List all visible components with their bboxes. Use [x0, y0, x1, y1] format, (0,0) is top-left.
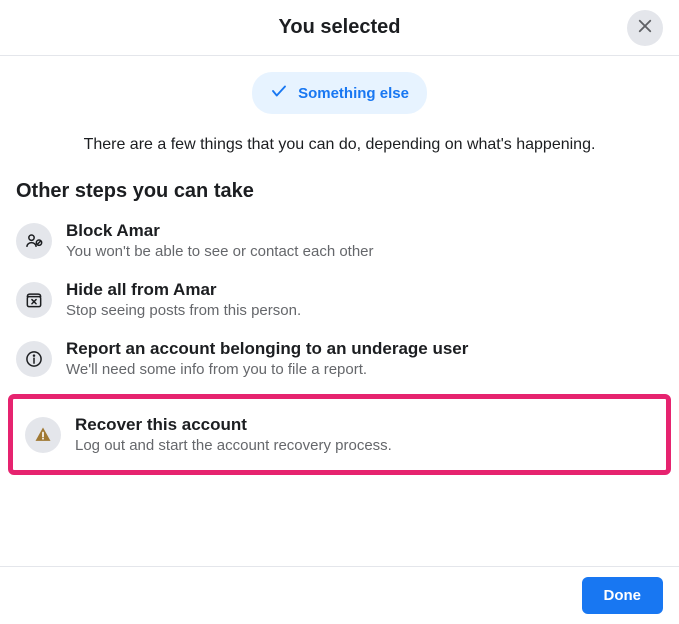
- check-icon: [270, 82, 288, 104]
- dialog-title: You selected: [279, 16, 401, 39]
- dialog-footer: Done: [0, 566, 679, 624]
- option-subtitle: You won't be able to see or contact each…: [66, 243, 663, 260]
- dialog-header: You selected: [0, 0, 679, 56]
- option-title: Report an account belonging to an undera…: [66, 339, 663, 359]
- option-text: Recover this account Log out and start t…: [75, 415, 654, 454]
- option-subtitle: Log out and start the account recovery p…: [75, 437, 654, 454]
- selected-reason-row: Something else: [0, 56, 679, 126]
- option-title: Hide all from Amar: [66, 280, 663, 300]
- close-button[interactable]: [627, 10, 663, 46]
- option-hide[interactable]: Hide all from Amar Stop seeing posts fro…: [0, 270, 679, 329]
- option-title: Recover this account: [75, 415, 654, 435]
- warning-icon: [25, 417, 61, 453]
- option-text: Hide all from Amar Stop seeing posts fro…: [66, 280, 663, 319]
- option-subtitle: We'll need some info from you to file a …: [66, 361, 663, 378]
- done-button[interactable]: Done: [582, 577, 664, 614]
- hide-icon: [16, 282, 52, 318]
- section-title: Other steps you can take: [0, 180, 679, 211]
- description-text: There are a few things that you can do, …: [0, 126, 679, 180]
- option-text: Report an account belonging to an undera…: [66, 339, 663, 378]
- option-report[interactable]: Report an account belonging to an undera…: [0, 329, 679, 388]
- option-block[interactable]: Block Amar You won't be able to see or c…: [0, 211, 679, 270]
- info-icon: [16, 341, 52, 377]
- selected-reason-chip[interactable]: Something else: [252, 72, 427, 114]
- chip-label: Something else: [298, 85, 409, 102]
- option-recover[interactable]: Recover this account Log out and start t…: [17, 405, 662, 464]
- highlighted-option: Recover this account Log out and start t…: [8, 394, 671, 475]
- block-icon: [16, 223, 52, 259]
- close-icon: [636, 17, 654, 38]
- option-title: Block Amar: [66, 221, 663, 241]
- option-subtitle: Stop seeing posts from this person.: [66, 302, 663, 319]
- option-text: Block Amar You won't be able to see or c…: [66, 221, 663, 260]
